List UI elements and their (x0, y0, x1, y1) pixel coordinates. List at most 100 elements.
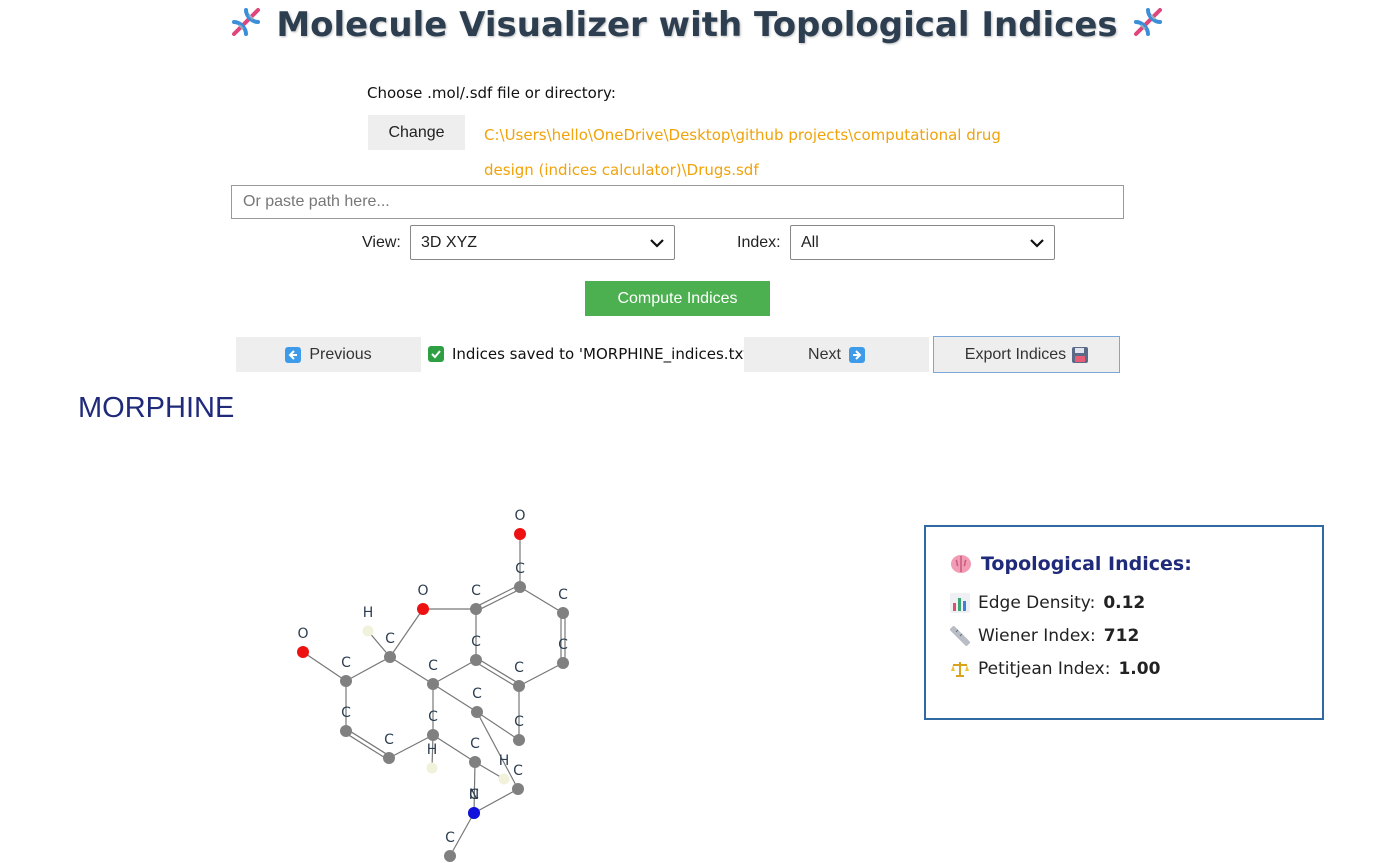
page-title-text: Molecule Visualizer with Topological Ind… (276, 5, 1118, 45)
bond (476, 711, 520, 741)
atom-label: C (558, 587, 568, 603)
view-select-value: 3D XYZ (421, 234, 478, 251)
bond (389, 608, 424, 658)
path-input[interactable] (231, 185, 1124, 219)
brain-icon (951, 555, 971, 573)
edge-density-value: 0.12 (1103, 593, 1146, 613)
bond (474, 661, 519, 689)
atom-c (384, 651, 396, 663)
atom-c (512, 783, 524, 795)
bar-chart-icon (950, 593, 970, 613)
compute-indices-button[interactable]: Compute Indices (585, 281, 770, 316)
dna-icon (228, 4, 264, 49)
atom-c (427, 729, 439, 741)
atom-label: C (470, 736, 480, 752)
atom-o (297, 646, 309, 658)
view-select[interactable]: 3D XYZ (410, 225, 675, 260)
atom-label: C (385, 631, 395, 647)
bond (389, 656, 434, 685)
atom-label: C (341, 655, 351, 671)
atom-label: O (514, 508, 525, 524)
dna-icon (1130, 4, 1166, 49)
bond (476, 711, 519, 790)
right-arrow-icon (848, 346, 865, 363)
atom-c (444, 850, 456, 862)
file-chooser-label: Choose .mol/.sdf file or directory: (367, 84, 616, 102)
atom-c (513, 680, 525, 692)
atom-label: H (363, 605, 374, 621)
change-button[interactable]: Change (368, 115, 465, 150)
atom-h (362, 625, 374, 637)
export-label: Export Indices (964, 345, 1067, 363)
next-label: Next (808, 345, 841, 363)
bond (519, 586, 564, 614)
save-status: Indices saved to 'MORPHINE_indices.txt' (428, 345, 753, 363)
atom-label: C (384, 732, 394, 748)
index-select[interactable]: All (790, 225, 1055, 260)
atom-label: C (514, 660, 524, 676)
index-row-petitjean: Petitjean Index: 1.00 (950, 659, 1322, 679)
indices-title: Topological Indices: (981, 553, 1192, 575)
bond (345, 656, 391, 682)
topological-indices-panel: Topological Indices: Edge Density: 0.12 … (924, 525, 1324, 720)
atom-o (514, 528, 526, 540)
left-arrow-icon (285, 346, 302, 363)
atom-h (426, 762, 438, 774)
atom-label: C (558, 637, 568, 653)
atom-c (383, 752, 395, 764)
atom-o (417, 603, 429, 615)
bond (344, 732, 389, 761)
atom-label: C (472, 686, 482, 702)
atom-h (498, 773, 510, 785)
chevron-down-icon (1030, 239, 1044, 248)
atom-label: N (469, 787, 479, 803)
bond (474, 584, 520, 608)
wiener-index-label: Wiener Index: (978, 626, 1096, 646)
petitjean-index-value: 1.00 (1118, 659, 1161, 679)
index-select-value: All (801, 234, 819, 251)
previous-label: Previous (309, 345, 372, 363)
index-row-wiener: Wiener Index: 712 (950, 626, 1322, 646)
page-title: Molecule Visualizer with Topological Ind… (0, 4, 1394, 49)
atom-c (513, 734, 525, 746)
atom-c (427, 678, 439, 690)
next-button[interactable]: Next (744, 337, 929, 372)
balance-scale-icon (951, 662, 969, 677)
atom-c (557, 657, 569, 669)
wiener-index-value: 712 (1103, 626, 1140, 646)
atom-label: C (515, 561, 525, 577)
check-icon (428, 346, 444, 362)
save-status-text: Indices saved to 'MORPHINE_indices.txt' (452, 345, 754, 363)
atom-c (514, 581, 526, 593)
atom-label: C (514, 714, 524, 730)
bond (518, 662, 564, 687)
atom-c (340, 725, 352, 737)
petitjean-index-label: Petitjean Index: (978, 659, 1111, 679)
molecule-name: MORPHINE (78, 392, 235, 424)
atom-label: H (427, 742, 438, 758)
atom-label: O (297, 626, 308, 642)
atom-label: C (513, 763, 523, 779)
previous-button[interactable]: Previous (236, 337, 421, 372)
atom-c (470, 654, 482, 666)
view-label: View: (362, 234, 401, 251)
atom-label: O (417, 583, 428, 599)
bond (302, 651, 347, 682)
index-label: Index: (737, 234, 781, 251)
ruler-icon (950, 626, 970, 646)
index-row-edge-density: Edge Density: 0.12 (950, 593, 1322, 613)
atom-label: C (445, 830, 455, 846)
floppy-disk-icon (1072, 346, 1089, 363)
bond (432, 734, 476, 763)
atom-c (557, 607, 569, 619)
export-indices-button[interactable]: Export Indices (933, 336, 1120, 373)
bond (432, 683, 478, 713)
atom-c (469, 756, 481, 768)
atom-c (470, 603, 482, 615)
bond (476, 588, 522, 612)
atom-n (468, 807, 480, 819)
edge-density-label: Edge Density: (978, 593, 1096, 613)
atom-label: C (428, 709, 438, 725)
atom-label: C (428, 658, 438, 674)
molecule-3d-viewer[interactable]: OCCCCCOCCCCHOCCCCCCHCHCNC (270, 495, 610, 863)
